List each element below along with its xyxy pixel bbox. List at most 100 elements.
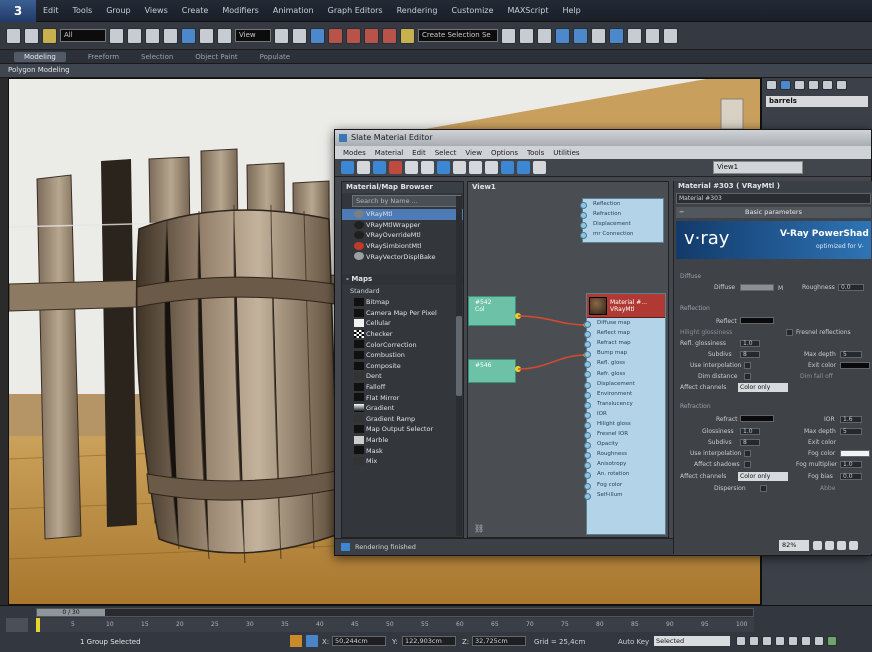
scene-explorer-icon[interactable] bbox=[555, 27, 570, 44]
material-item[interactable]: VRayMtl bbox=[342, 209, 463, 220]
menu-item-help[interactable]: Help bbox=[556, 6, 588, 15]
map-item[interactable]: ColorCorrection bbox=[342, 339, 463, 350]
map-item[interactable]: Cellular bbox=[342, 318, 463, 329]
redo-icon[interactable] bbox=[24, 27, 39, 44]
fog-color-swatch[interactable] bbox=[840, 450, 870, 457]
angle-snap-icon[interactable] bbox=[346, 27, 361, 44]
dispersion-checkbox[interactable] bbox=[760, 485, 767, 492]
material-map-browser-icon[interactable] bbox=[501, 161, 514, 174]
map-item[interactable]: Falloff bbox=[342, 382, 463, 393]
layout-all-icon[interactable] bbox=[469, 161, 482, 174]
zoom-dropdown[interactable]: 82% bbox=[779, 540, 809, 551]
ribbon-tab-populate[interactable]: Populate bbox=[260, 53, 290, 61]
material-slot[interactable]: Fog color bbox=[584, 480, 665, 490]
snap-toggle-icon[interactable] bbox=[328, 27, 343, 44]
browser-search-input[interactable]: Search by Name ... bbox=[352, 195, 461, 207]
r-use-interp-checkbox[interactable] bbox=[744, 450, 751, 457]
menu-item-maxscript[interactable]: MAXScript bbox=[500, 6, 555, 15]
material-slot[interactable]: Anisotropy bbox=[584, 459, 665, 470]
hide-unused-slots-icon[interactable] bbox=[421, 161, 434, 174]
fog-bias-input[interactable]: 0.0 bbox=[840, 473, 862, 480]
sme-menu-options[interactable]: Options bbox=[491, 149, 518, 157]
assign-material-icon[interactable] bbox=[373, 161, 386, 174]
sme-menu-material[interactable]: Material bbox=[375, 149, 403, 157]
map-item[interactable]: Camera Map Per Pixel bbox=[342, 308, 463, 319]
hierarchy-tab-icon[interactable] bbox=[794, 80, 805, 90]
layout-children-icon[interactable] bbox=[485, 161, 498, 174]
material-slot[interactable]: Translucency bbox=[584, 399, 665, 409]
material-item[interactable]: VRayMtlWrapper bbox=[342, 220, 463, 231]
map-item[interactable]: Flat Mirror bbox=[342, 392, 463, 403]
material-item[interactable]: VRayOverrideMtl bbox=[342, 230, 463, 241]
spinner-snap-icon[interactable] bbox=[382, 27, 397, 44]
node-view-panel[interactable]: View1 Reflection Refraction Displacement mr… bbox=[467, 181, 669, 538]
material-slot[interactable]: Reflect map bbox=[584, 328, 665, 339]
curve-editor-icon[interactable] bbox=[573, 27, 588, 44]
menu-item-modifiers[interactable]: Modifiers bbox=[215, 6, 266, 15]
key-mode-icon[interactable] bbox=[801, 636, 811, 646]
material-item[interactable]: VRaySimbiontMtl bbox=[342, 241, 463, 252]
menu-item-views[interactable]: Views bbox=[138, 6, 175, 15]
y-coord-field[interactable]: 122,903cm bbox=[402, 636, 456, 646]
material-slot[interactable]: Roughness bbox=[584, 449, 665, 460]
affect-shadows-checkbox[interactable] bbox=[744, 461, 751, 468]
map-item[interactable]: Composite bbox=[342, 361, 463, 372]
menu-item-customize[interactable]: Customize bbox=[444, 6, 500, 15]
view-dropdown[interactable]: View1 bbox=[713, 161, 803, 174]
ribbon-tab-selection[interactable]: Selection bbox=[141, 53, 173, 61]
map-item[interactable]: Gradient bbox=[342, 403, 463, 414]
move-icon[interactable] bbox=[181, 27, 196, 44]
menu-item-create[interactable]: Create bbox=[175, 6, 216, 15]
select-by-name-icon[interactable] bbox=[127, 27, 142, 44]
ref-coord-dropdown[interactable]: View bbox=[235, 29, 271, 42]
material-slot[interactable]: Environment bbox=[584, 389, 665, 399]
material-slot[interactable]: Opacity bbox=[584, 439, 665, 450]
goto-end-icon[interactable] bbox=[788, 636, 798, 646]
menu-item-graph-editors[interactable]: Graph Editors bbox=[321, 6, 390, 15]
material-slot[interactable]: Diffuse map bbox=[584, 318, 665, 329]
keyboard-shortcut-icon[interactable] bbox=[310, 27, 325, 44]
next-frame-icon[interactable] bbox=[775, 636, 785, 646]
move-children-icon[interactable] bbox=[405, 161, 418, 174]
parameter-editor-icon[interactable] bbox=[517, 161, 530, 174]
map-item[interactable]: Combustion bbox=[342, 350, 463, 361]
material-slot[interactable]: Bump map bbox=[584, 348, 665, 359]
affect-channels-dropdown[interactable]: Color only bbox=[738, 383, 788, 392]
layer-explorer-icon[interactable] bbox=[537, 27, 552, 44]
vraymtl-node[interactable]: Material #... VRayMtl Diffuse map Reflect… bbox=[584, 293, 666, 535]
material-slot[interactable]: Fresnel IOR bbox=[584, 429, 665, 440]
delete-selected-icon[interactable] bbox=[389, 161, 402, 174]
window-crossing-icon[interactable] bbox=[163, 27, 178, 44]
reflect-color-swatch[interactable] bbox=[740, 317, 774, 324]
render-teapot-icon[interactable] bbox=[663, 27, 678, 44]
glossiness-input[interactable]: 1.0 bbox=[740, 428, 760, 435]
x-coord-field[interactable]: 50,244cm bbox=[332, 636, 386, 646]
diffuse-map-button[interactable]: M bbox=[778, 285, 783, 292]
material-name-field[interactable]: Material #303 bbox=[676, 193, 871, 204]
roughness-input[interactable]: 0.0 bbox=[838, 284, 864, 291]
map-item[interactable]: Bitmap bbox=[342, 297, 463, 308]
display-tab-icon[interactable] bbox=[822, 80, 833, 90]
material-slot[interactable]: Displacement bbox=[584, 379, 665, 389]
mini-listener-button[interactable] bbox=[6, 618, 28, 632]
auto-key-button[interactable]: Auto Key bbox=[618, 638, 649, 646]
refl-gloss-input[interactable]: 1.0 bbox=[740, 340, 760, 347]
pivot-icon[interactable] bbox=[274, 27, 289, 44]
edit-named-selection-icon[interactable] bbox=[400, 27, 415, 44]
time-slider-thumb[interactable]: 0 / 30 bbox=[37, 609, 105, 616]
maps-header[interactable]: - Maps bbox=[342, 273, 463, 285]
material-slot[interactable]: Self-illum bbox=[584, 490, 665, 500]
material-slot[interactable]: Refract map bbox=[584, 338, 665, 349]
app-logo[interactable]: 3 bbox=[0, 0, 36, 22]
menu-item-rendering[interactable]: Rendering bbox=[390, 6, 445, 15]
diffuse-color-swatch[interactable] bbox=[740, 284, 774, 291]
create-tab-icon[interactable] bbox=[766, 80, 777, 90]
subdivs-input[interactable]: 8 bbox=[740, 351, 760, 358]
menu-item-animation[interactable]: Animation bbox=[266, 6, 321, 15]
prev-frame-icon[interactable] bbox=[749, 636, 759, 646]
menu-item-group[interactable]: Group bbox=[99, 6, 137, 15]
r-affect-channels-dropdown[interactable]: Color only bbox=[738, 472, 788, 481]
timeline-track[interactable]: 0510152025303540455055606570758085909510… bbox=[36, 618, 754, 632]
scale-icon[interactable] bbox=[217, 27, 232, 44]
material-slot[interactable]: An. rotation bbox=[584, 469, 665, 480]
